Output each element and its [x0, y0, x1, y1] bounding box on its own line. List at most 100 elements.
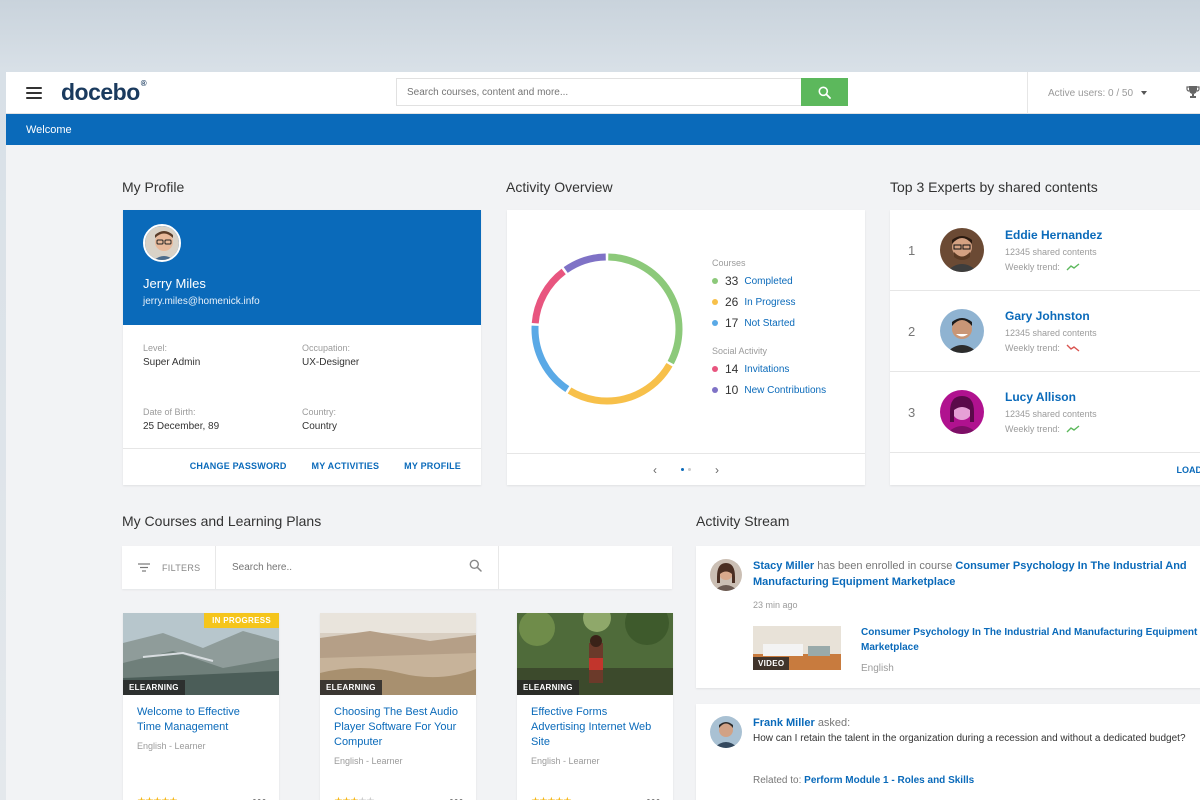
course-meta: English - Learner — [137, 741, 206, 751]
donut-segment-completed — [608, 253, 683, 365]
legend-not-started[interactable]: 17 Not Started — [712, 316, 826, 330]
course-title[interactable]: Effective Forms Advertising Internet Web… — [517, 695, 673, 750]
course-card[interactable]: IN PROGRESS ELEARNING Welcome to Effecti… — [123, 613, 279, 800]
expert-trend: Weekly trend: — [1005, 262, 1102, 272]
courses-filter-bar: FILTERS — [122, 546, 672, 589]
search-icon[interactable] — [469, 559, 482, 572]
global-search-input[interactable] — [396, 78, 801, 106]
active-users-dropdown[interactable]: Active users: 0 / 50 — [1027, 72, 1148, 114]
course-card[interactable]: ELEARNING Choosing The Best Audio Player… — [320, 613, 476, 800]
related-label: Related to: — [753, 775, 802, 786]
expert-rank: 2 — [908, 323, 916, 339]
trend-label: Weekly trend: — [1005, 262, 1060, 272]
legend-completed[interactable]: 33 Completed — [712, 274, 826, 288]
expert-name[interactable]: Eddie Hernandez — [1005, 228, 1102, 242]
occupation-label: Occupation: — [302, 343, 351, 353]
trophy-icon[interactable] — [1186, 85, 1200, 99]
stream-user-link[interactable]: Frank Miller — [753, 717, 815, 729]
expert-rank: 1 — [908, 242, 916, 258]
legend-in-progress[interactable]: 26 In Progress — [712, 295, 826, 309]
course-thumbnail: ELEARNING — [320, 613, 476, 695]
stream-user-avatar[interactable] — [710, 559, 742, 591]
course-card[interactable]: ELEARNING Effective Forms Advertising In… — [517, 613, 673, 800]
carousel-dot-active[interactable] — [681, 468, 684, 471]
country-value: Country — [302, 420, 338, 432]
course-footer: ★★★★★ ••• — [334, 795, 464, 800]
profile-links: CHANGE PASSWORD MY ACTIVITIES MY PROFILE — [123, 449, 481, 471]
carousel-dot[interactable] — [688, 468, 691, 471]
invitations-dot — [712, 366, 718, 372]
contributions-count: 10 — [725, 383, 739, 397]
level-field: Level: Super Admin — [143, 343, 302, 385]
star-rating: ★★★★★ — [531, 796, 572, 800]
trend-down-icon — [1066, 344, 1080, 352]
more-options-icon[interactable]: ••• — [449, 795, 464, 800]
expert-avatar[interactable] — [940, 390, 984, 434]
stream-action: asked: — [817, 717, 851, 729]
contributions-dot — [712, 387, 718, 393]
logo-text: docebo — [61, 79, 140, 105]
occupation-value: UX-Designer — [302, 357, 360, 368]
search-button[interactable] — [801, 78, 848, 106]
expert-avatar[interactable] — [940, 309, 984, 353]
in-progress-badge: IN PROGRESS — [204, 613, 279, 628]
completed-count: 33 — [725, 274, 739, 288]
more-options-icon[interactable]: ••• — [252, 795, 267, 800]
video-tag: VIDEO — [753, 657, 790, 670]
change-password-link[interactable]: CHANGE PASSWORD — [190, 461, 287, 471]
chevron-right-icon[interactable]: › — [715, 463, 719, 477]
course-meta: English - Learner — [531, 756, 600, 766]
profile-name: Jerry Miles — [143, 276, 206, 291]
my-activities-link[interactable]: MY ACTIVITIES — [312, 461, 380, 471]
stream-content-thumbnail[interactable]: VIDEO — [753, 626, 841, 670]
my-profile-link[interactable]: MY PROFILE — [404, 461, 461, 471]
stream-content-title[interactable]: Consumer Psychology In The Industrial An… — [861, 625, 1200, 655]
trend-up-icon — [1066, 425, 1080, 433]
stream-related: Related to: Perform Module 1 - Roles and… — [753, 773, 974, 789]
legend-invitations[interactable]: 14 Invitations — [712, 362, 826, 376]
welcome-label: Welcome — [26, 123, 72, 136]
menu-icon[interactable] — [26, 86, 42, 99]
profile-avatar[interactable] — [143, 224, 181, 262]
stream-action: has been enrolled in course — [817, 560, 953, 572]
expert-name[interactable]: Lucy Allison — [1005, 390, 1097, 404]
stream-content-language: English — [861, 663, 894, 674]
chevron-down-icon — [1141, 91, 1148, 95]
stream-item-question: Frank Miller asked: How can I retain the… — [696, 704, 1200, 800]
app-window: docebo® Active users: 0 / 50 Welcome My … — [6, 72, 1200, 800]
stream-user-link[interactable]: Stacy Miller — [753, 560, 814, 572]
active-users-label: Active users: — [1048, 87, 1106, 99]
filters-button[interactable]: FILTERS — [122, 546, 216, 589]
logo-mark: ® — [140, 79, 147, 88]
dob-label: Date of Birth: — [143, 406, 196, 417]
expert-row[interactable]: 1 Eddie Hernandez 12345 shared contents … — [890, 210, 1200, 291]
expert-row[interactable]: 3 Lucy Allison 12345 shared contents Wee… — [890, 372, 1200, 453]
load-more-link[interactable]: LOAD — [1177, 465, 1200, 475]
course-thumbnail: IN PROGRESS ELEARNING — [123, 613, 279, 695]
invitations-label: Invitations — [744, 363, 790, 375]
activity-donut-chart — [531, 253, 683, 405]
filter-icon — [138, 563, 150, 572]
legend-new-contributions[interactable]: 10 New Contributions — [712, 383, 826, 397]
related-link[interactable]: Perform Module 1 - Roles and Skills — [804, 775, 974, 786]
top-header: docebo® Active users: 0 / 50 — [6, 72, 1200, 114]
completed-dot — [712, 278, 718, 284]
not-started-count: 17 — [725, 316, 739, 330]
expert-name[interactable]: Gary Johnston — [1005, 309, 1097, 323]
courses-heading: Courses — [712, 258, 746, 268]
course-search-input[interactable] — [232, 562, 452, 573]
dob-field: Date of Birth: 25 December, 89 — [143, 407, 302, 449]
profile-email: jerry.miles@homenick.info — [143, 296, 260, 307]
docebo-logo[interactable]: docebo® — [61, 79, 147, 106]
chevron-left-icon[interactable]: ‹ — [653, 463, 657, 477]
expert-avatar[interactable] — [940, 228, 984, 272]
expert-shared-count: 12345 shared contents — [1005, 409, 1097, 419]
expert-row[interactable]: 2 Gary Johnston 12345 shared contents We… — [890, 291, 1200, 372]
course-title[interactable]: Choosing The Best Audio Player Software … — [320, 695, 476, 750]
course-title[interactable]: Welcome to Effective Time Management — [123, 695, 279, 735]
course-footer: ★★★★★ ••• — [137, 795, 267, 800]
global-search — [396, 78, 848, 106]
stream-user-avatar[interactable] — [710, 716, 742, 748]
course-type-tag: ELEARNING — [517, 680, 579, 695]
more-options-icon[interactable]: ••• — [646, 795, 661, 800]
